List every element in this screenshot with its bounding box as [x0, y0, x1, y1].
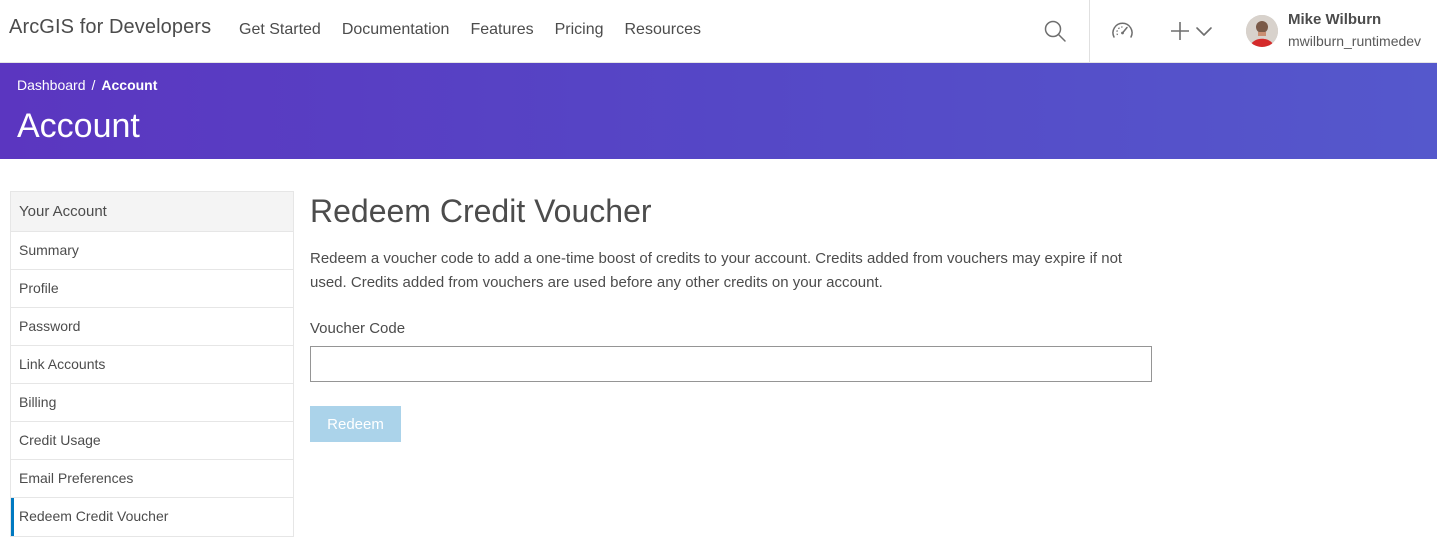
sidebar-item-billing[interactable]: Billing: [11, 384, 293, 422]
sidebar-item-link-accounts[interactable]: Link Accounts: [11, 346, 293, 384]
gauge-icon: [1112, 22, 1133, 38]
top-navigation: ArcGIS for Developers Get Started Docume…: [0, 0, 1437, 63]
account-sidebar: Your Account Summary Profile Password Li…: [10, 191, 294, 537]
voucher-code-label: Voucher Code: [310, 320, 406, 337]
sidebar-item-redeem-credit-voucher[interactable]: Redeem Credit Voucher: [11, 498, 293, 536]
user-handle: mwilburn_runtimedev: [1288, 33, 1422, 49]
section-title: Redeem Credit Voucher: [310, 193, 652, 229]
dashboard-button[interactable]: [1110, 19, 1135, 43]
sidebar-item-password[interactable]: Password: [11, 308, 293, 346]
nav-documentation[interactable]: Documentation: [342, 21, 450, 39]
section-description: Redeem a voucher code to add a one-time …: [310, 250, 1123, 291]
breadcrumb-current: Account: [101, 77, 158, 93]
user-name[interactable]: Mike Wilburn: [1288, 11, 1381, 28]
breadcrumb: Dashboard / Account: [17, 77, 157, 93]
avatar[interactable]: [1246, 15, 1278, 47]
sidebar-item-profile[interactable]: Profile: [11, 270, 293, 308]
main-nav: Get Started Documentation Features Prici…: [239, 21, 722, 39]
plus-icon: [1171, 22, 1189, 40]
brand-logo-text[interactable]: ArcGIS for Developers: [9, 16, 211, 39]
nav-resources[interactable]: Resources: [625, 21, 701, 39]
voucher-code-input[interactable]: [310, 346, 1152, 382]
nav-divider: [1089, 0, 1090, 62]
create-new-button[interactable]: [1169, 19, 1213, 43]
sidebar-item-email-preferences[interactable]: Email Preferences: [11, 460, 293, 498]
chevron-down-icon: [1196, 27, 1212, 36]
user-photo-icon: [1246, 15, 1278, 47]
search-button[interactable]: [1043, 19, 1067, 43]
nav-get-started[interactable]: Get Started: [239, 21, 321, 39]
sidebar-item-summary[interactable]: Summary: [11, 232, 293, 270]
sidebar-heading: Your Account: [11, 192, 293, 232]
redeem-button[interactable]: Redeem: [310, 406, 401, 442]
breadcrumb-separator: /: [91, 77, 96, 93]
page-banner: Dashboard / Account Account: [0, 63, 1437, 159]
breadcrumb-dashboard[interactable]: Dashboard: [17, 77, 86, 93]
sidebar-item-credit-usage[interactable]: Credit Usage: [11, 422, 293, 460]
nav-features[interactable]: Features: [470, 21, 533, 39]
nav-pricing[interactable]: Pricing: [555, 21, 604, 39]
search-icon: [1044, 20, 1066, 42]
page-title: Account: [17, 107, 140, 145]
